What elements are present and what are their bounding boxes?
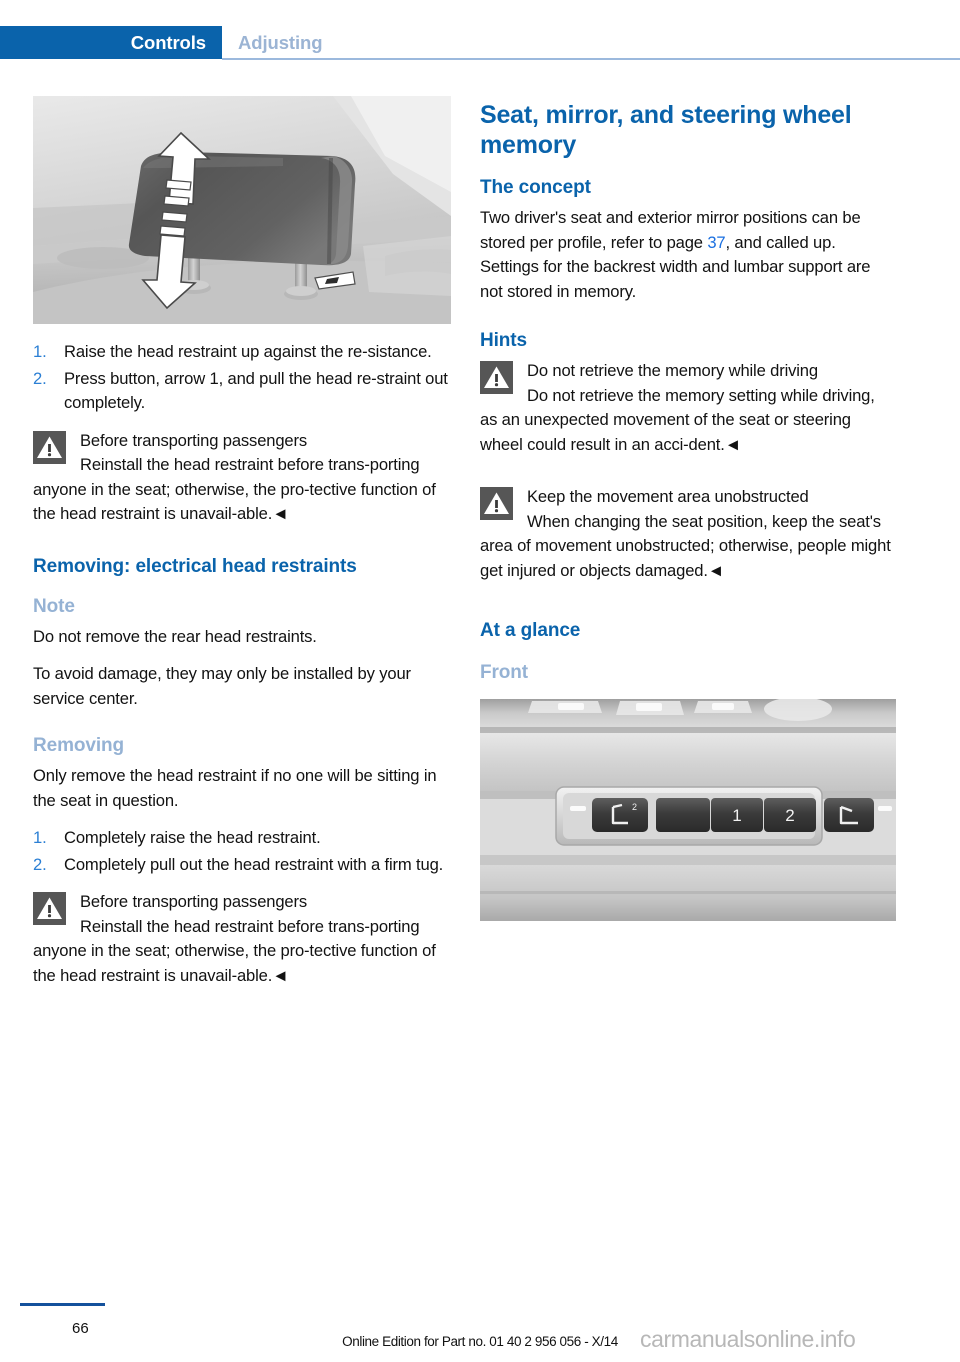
page-title: Seat, mirror, and steering wheel memory xyxy=(480,101,852,159)
heading-removing-electrical: Removing: electrical head restraints xyxy=(33,555,357,577)
warning-body: Do not retrieve the memory setting while… xyxy=(480,385,875,454)
svg-text:2: 2 xyxy=(632,802,637,812)
subheading-removing: Removing xyxy=(33,735,125,756)
heading-the-concept: The concept xyxy=(480,177,591,198)
tab-adjusting[interactable]: Adjusting xyxy=(238,32,323,54)
warning-body: Reinstall the head restraint before tran… xyxy=(33,916,436,985)
svg-text:1: 1 xyxy=(732,806,741,825)
warning-block-transporting-2: Before transporting passengers Reinstall… xyxy=(33,890,451,988)
concept-paragraph: Two driver's seat and exterior mirror po… xyxy=(480,206,896,304)
list-item: 2. Press button, arrow 1, and pull the h… xyxy=(33,367,451,416)
removing-paragraph: Only remove the head restraint if no one… xyxy=(33,766,437,810)
figure-head-restraint xyxy=(33,96,451,324)
warning-triangle-icon xyxy=(480,361,513,394)
svg-text:2: 2 xyxy=(785,806,794,825)
warning-title: Before transporting passengers xyxy=(80,430,308,450)
warning-title: Keep the movement area unobstructed xyxy=(527,487,809,506)
step-text: Raise the head restraint up against the … xyxy=(64,342,432,361)
right-column: Seat, mirror, and steering wheel memory … xyxy=(480,100,896,921)
warning-block-movement-area: Keep the movement area unobstructed When… xyxy=(480,485,896,583)
warning-block-driving: Do not retrieve the memory while driving… xyxy=(480,359,896,457)
page-header: Controls Adjusting xyxy=(0,26,960,59)
warning-triangle-icon xyxy=(33,430,66,464)
list-item: 1. Completely raise the head restraint. xyxy=(33,826,451,851)
note-paragraph-1: Do not remove the rear head restraints. xyxy=(33,626,317,646)
heading-hints: Hints xyxy=(480,330,528,351)
warning-block-transporting-1: Before transporting passengers Reinstall… xyxy=(33,429,451,527)
heading-at-a-glance: At a glance xyxy=(480,620,581,641)
step-number: 2. xyxy=(33,854,47,874)
warning-title: Before transporting passengers xyxy=(80,892,308,911)
footer-divider xyxy=(20,1303,105,1306)
warning-triangle-icon xyxy=(33,892,66,925)
warning-triangle-icon xyxy=(480,487,513,520)
figure-memory-buttons: 2 1 2 xyxy=(480,699,896,921)
warning-body: Reinstall the head restraint before tran… xyxy=(33,455,436,523)
step-text: Press button, arrow 1, and pull the head… xyxy=(64,368,448,413)
subheading-front: Front xyxy=(480,662,529,683)
left-column: 1. Raise the head restraint up against t… xyxy=(33,96,451,1002)
page-reference-link[interactable]: 37 xyxy=(707,233,725,252)
step-number: 2. xyxy=(33,368,47,388)
steps-list-removing: 1. Completely raise the head restraint. … xyxy=(33,826,451,877)
subheading-note: Note xyxy=(33,595,75,617)
tab-controls[interactable]: Controls xyxy=(0,26,222,59)
tab-controls-label: Controls xyxy=(130,32,206,53)
list-item: 1. Raise the head restraint up against t… xyxy=(33,340,451,365)
steps-list-raise-remove: 1. Raise the head restraint up against t… xyxy=(33,340,451,416)
door-panel-illustration: 2 1 2 xyxy=(480,699,896,921)
list-item: 2. Completely pull out the head restrain… xyxy=(33,853,451,878)
step-text: Completely raise the head restraint. xyxy=(64,828,321,847)
step-text: Completely pull out the head restraint w… xyxy=(64,854,444,874)
step-number: 1. xyxy=(33,828,47,847)
warning-body: When changing the seat position, keep th… xyxy=(480,511,891,580)
note-paragraph-2: To avoid damage, they may only be instal… xyxy=(33,664,411,708)
warning-title: Do not retrieve the memory while driving xyxy=(527,361,818,380)
edition-text: Online Edition for Part no. 01 40 2 956 … xyxy=(342,1334,618,1349)
head-restraint-illustration xyxy=(33,96,451,324)
step-number: 1. xyxy=(33,342,47,361)
header-divider xyxy=(222,58,960,60)
